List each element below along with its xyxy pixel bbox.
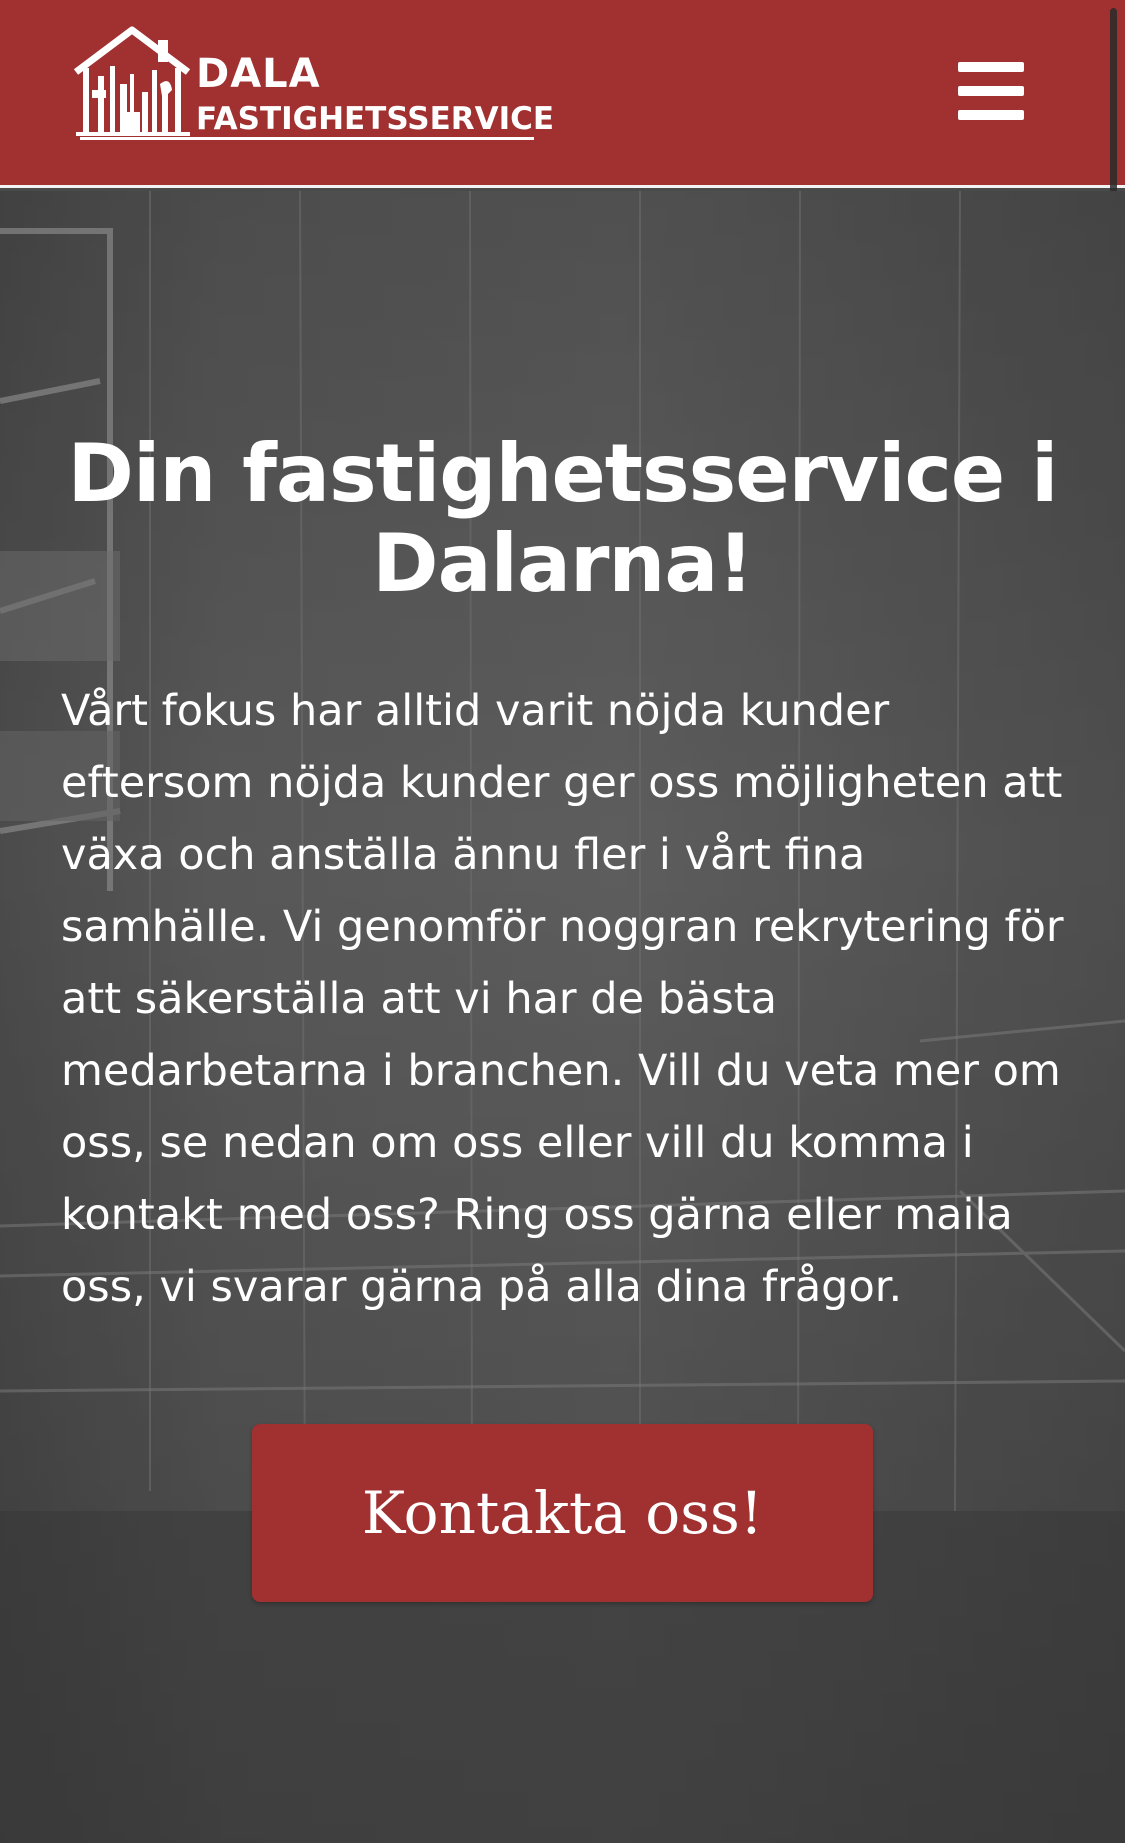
menu-bar [958,86,1024,96]
hero-description: Vårt fokus har alltid varit nöjda kunder… [61,686,1064,1312]
logo-text-dala: DALA [196,51,321,97]
page: DALA FASTIGHETSSERVICE Din fastighetsser… [0,0,1125,1843]
menu-bar [958,62,1024,72]
site-header: DALA FASTIGHETSSERVICE [0,0,1125,188]
contact-button[interactable]: Kontakta oss! [252,1424,873,1602]
logo-text-fastighetsservice: FASTIGHETSSERVICE [196,101,555,137]
house-tools-icon [73,26,191,136]
hero-section: Din fastighetsservice i Dalarna! Vårt fo… [0,191,1125,1843]
menu-bar [958,110,1024,120]
logo[interactable]: DALA FASTIGHETSSERVICE [72,26,554,144]
logo-underline [80,137,534,140]
hero-title: Din fastighetsservice i Dalarna! [67,427,1059,610]
hamburger-menu-icon[interactable] [950,58,1024,124]
